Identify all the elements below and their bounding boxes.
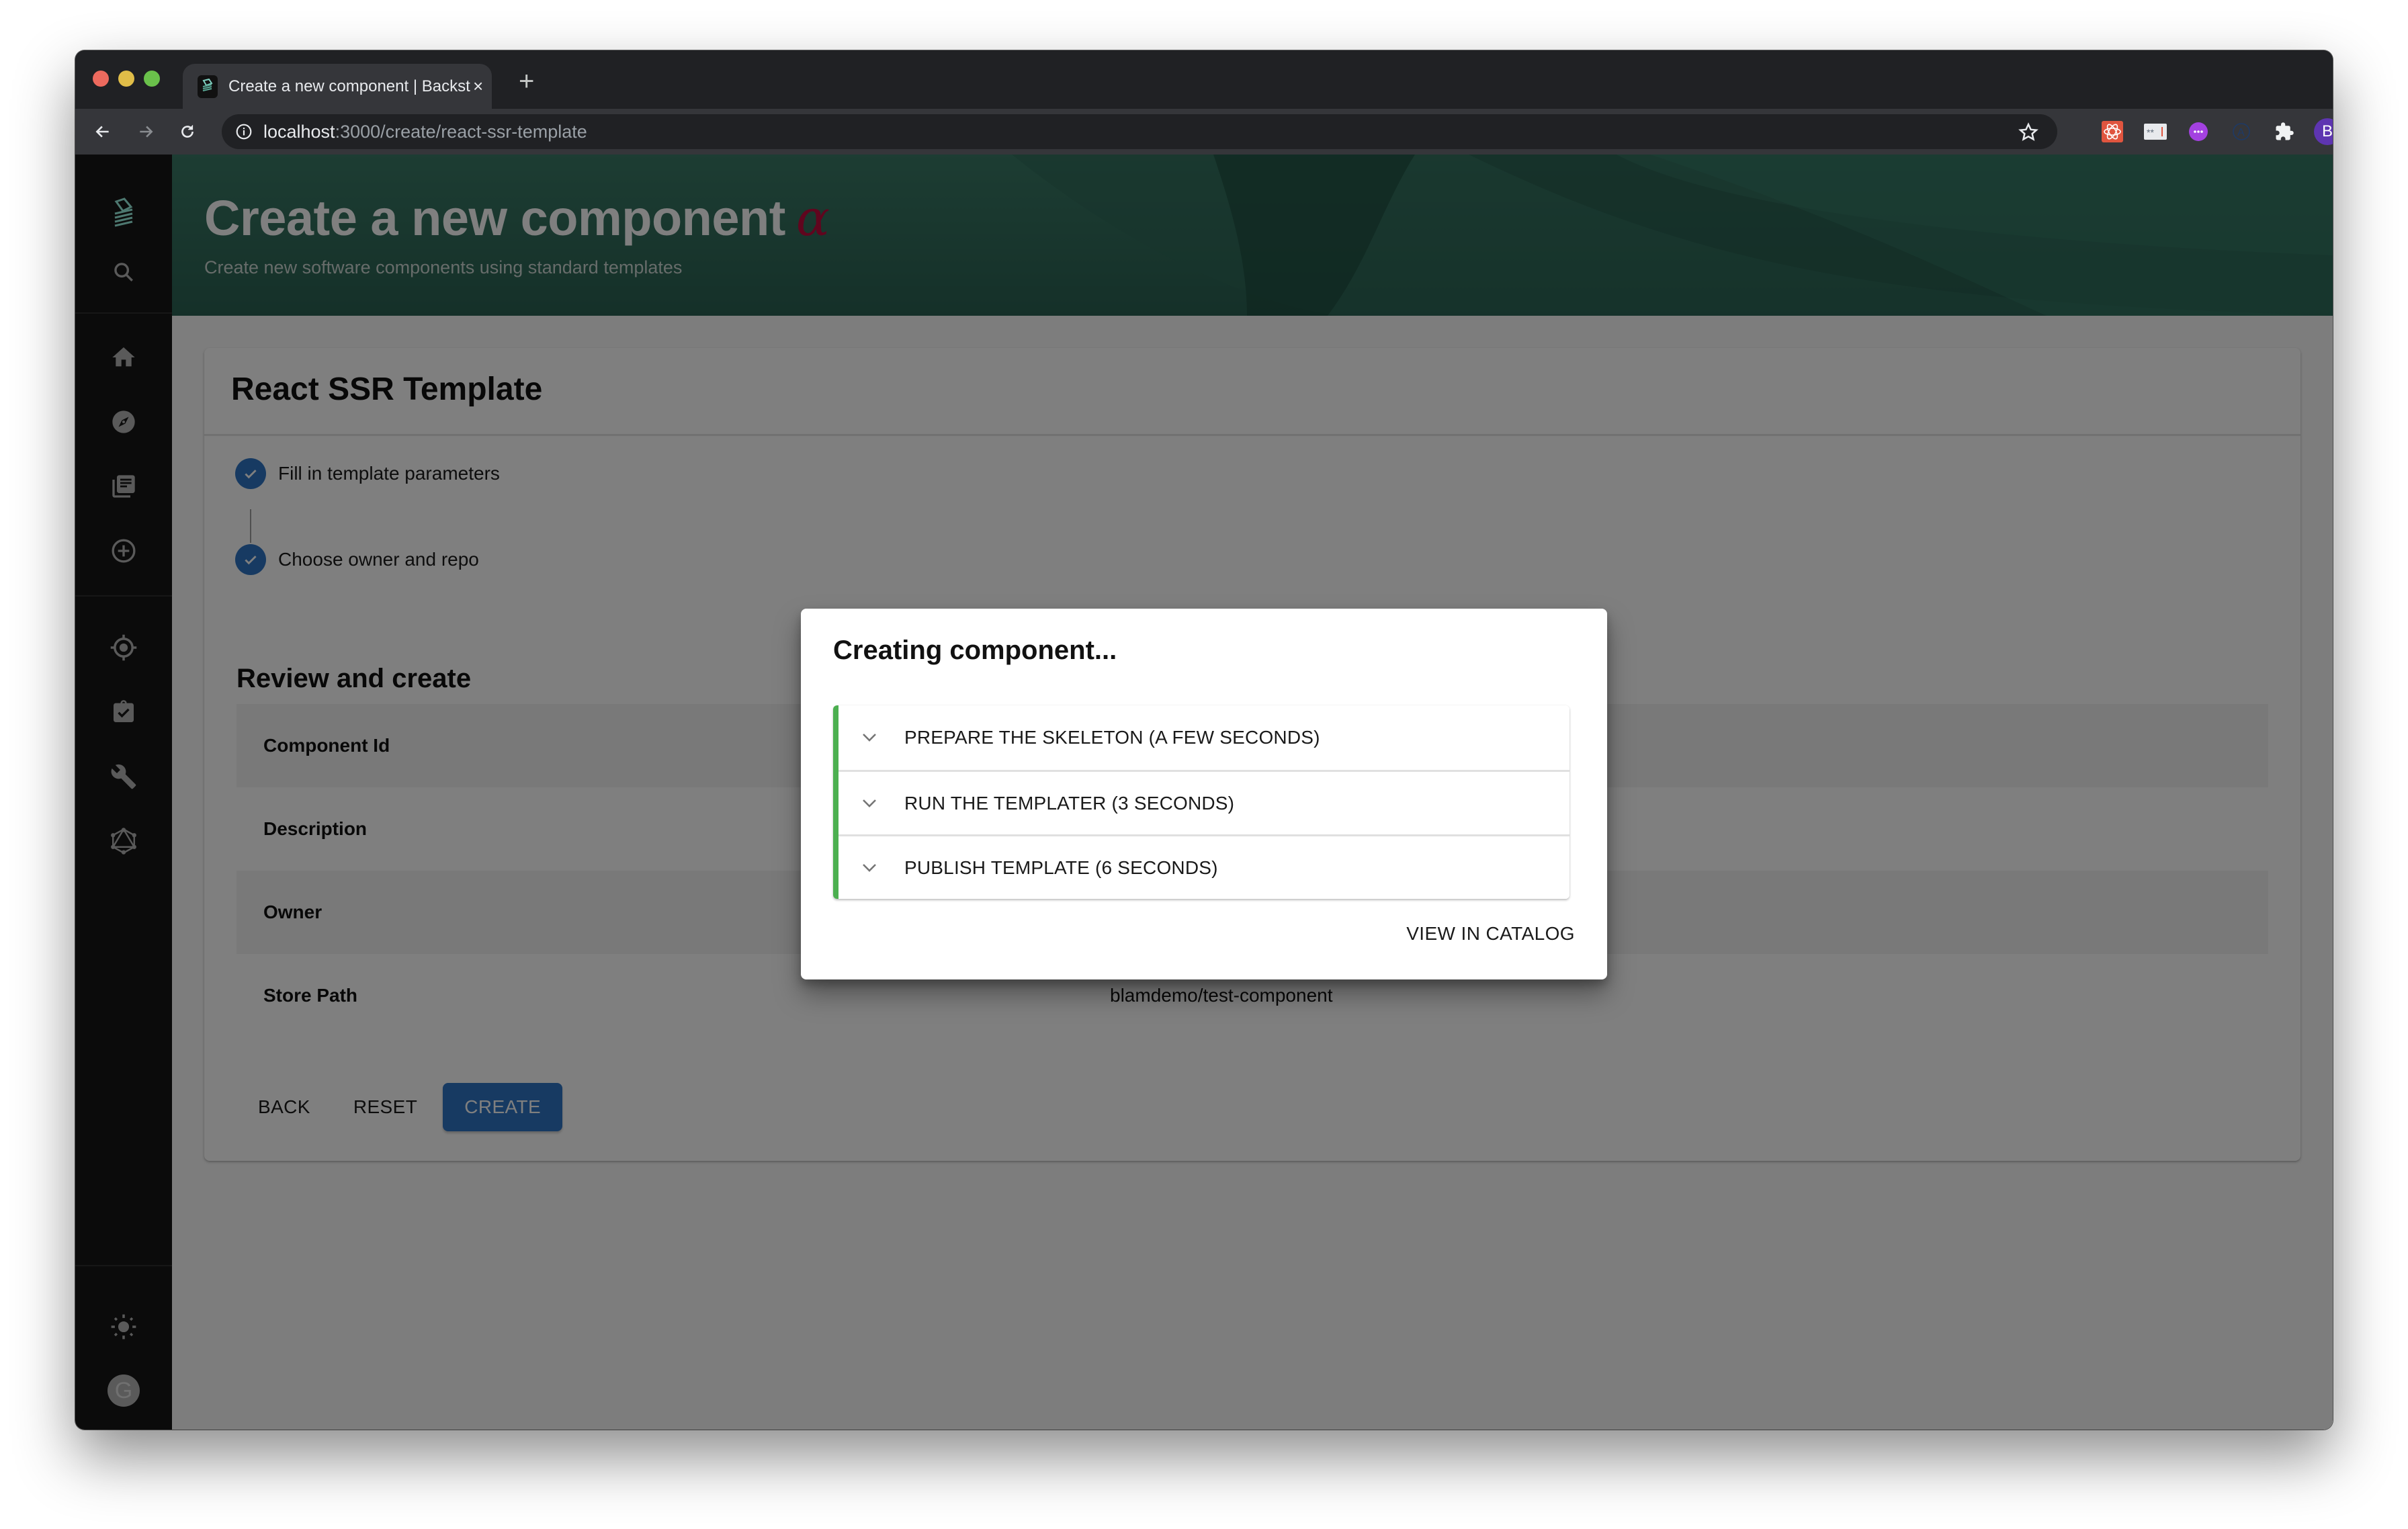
creating-component-dialog: Creating component... PREPARE THE SKELET… [801, 609, 1607, 979]
job-stage-accordion[interactable]: PUBLISH TEMPLATE (6 SECONDS) [838, 834, 1570, 899]
url-host: localhost [263, 121, 335, 142]
react-devtools-extension-icon[interactable] [2098, 117, 2127, 146]
browser-window: Create a new component | Backstage × + l… [75, 50, 2333, 1430]
back-arrow-icon[interactable] [87, 116, 118, 147]
forward-arrow-icon[interactable] [130, 116, 161, 147]
extensions-puzzle-icon[interactable] [2270, 117, 2299, 146]
bookmark-star-icon[interactable] [2018, 122, 2038, 142]
browser-tab-active[interactable]: Create a new component | Backstage × [183, 64, 492, 109]
dialog-title: Creating component... [833, 636, 1117, 665]
minimize-window-button[interactable] [118, 71, 134, 87]
profile-avatar[interactable]: B [2313, 117, 2333, 146]
svg-text:A: A [2237, 127, 2245, 138]
new-tab-button[interactable]: + [519, 67, 534, 97]
password-extension-icon[interactable]: ** [2141, 117, 2170, 146]
tab-title: Create a new component | Backstage [228, 77, 470, 95]
chevron-down-icon [861, 732, 882, 743]
site-info-icon[interactable] [235, 123, 253, 140]
reload-icon[interactable] [172, 116, 203, 147]
purple-extension-icon[interactable] [2184, 117, 2213, 146]
view-in-catalog-button[interactable]: VIEW IN CATALOG [1406, 923, 1575, 945]
tab-strip: Create a new component | Backstage × + [75, 50, 2333, 109]
close-window-button[interactable] [93, 71, 109, 87]
url-path: :3000/create/react-ssr-template [335, 121, 587, 142]
job-stage-label: PUBLISH TEMPLATE (6 SECONDS) [904, 857, 1218, 878]
profile-initial: B [2314, 118, 2333, 145]
tab-close-icon[interactable]: × [473, 76, 483, 97]
chevron-down-icon [861, 798, 882, 809]
browser-toolbar: localhost :3000/create/react-ssr-templat… [75, 109, 2333, 155]
chevron-down-icon [861, 863, 882, 873]
backstage-favicon-icon [198, 75, 218, 98]
accessibility-extension-icon[interactable]: A [2227, 117, 2256, 146]
job-stage-label: PREPARE THE SKELETON (A FEW SECONDS) [904, 727, 1320, 748]
job-stage-accordion[interactable]: PREPARE THE SKELETON (A FEW SECONDS) [838, 705, 1570, 770]
svg-text:**: ** [2147, 127, 2154, 138]
job-stage-accordion[interactable]: RUN THE TEMPLATER (3 SECONDS) [838, 770, 1570, 834]
maximize-window-button[interactable] [144, 71, 160, 87]
job-stage-label: RUN THE TEMPLATER (3 SECONDS) [904, 792, 1235, 814]
address-bar[interactable]: localhost :3000/create/react-ssr-templat… [222, 114, 2057, 149]
job-stages-list: PREPARE THE SKELETON (A FEW SECONDS) RUN… [833, 705, 1570, 899]
